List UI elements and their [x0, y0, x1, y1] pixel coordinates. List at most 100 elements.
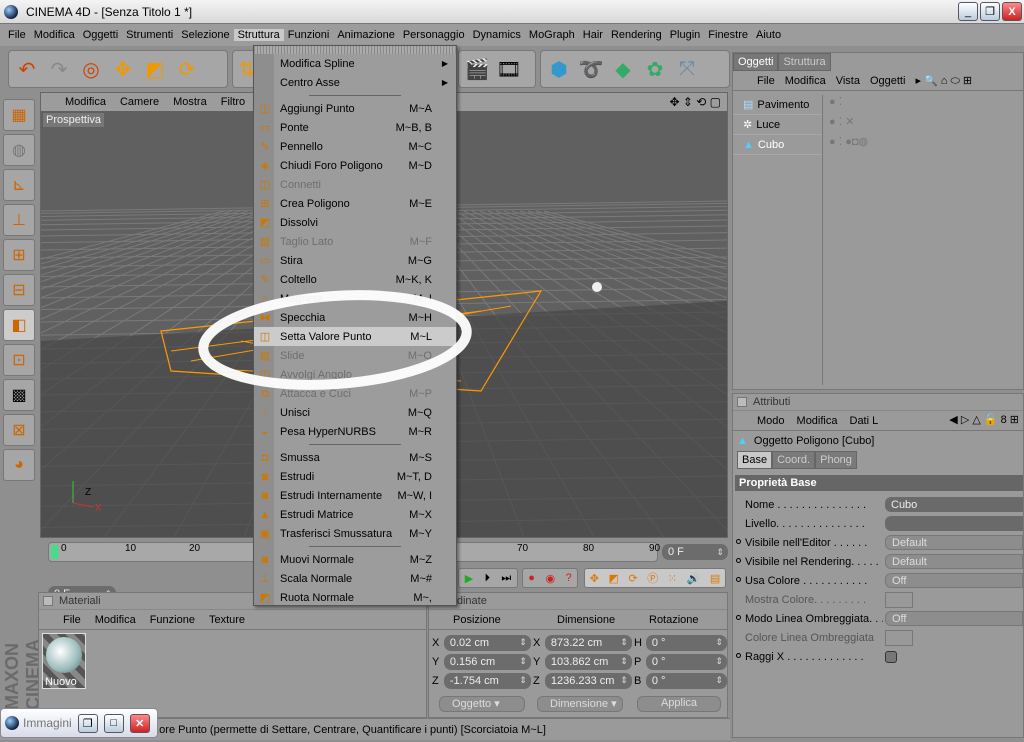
- menu-item-modifica-spline[interactable]: Modifica Spline ▶: [254, 54, 456, 73]
- menu-item-chiudi-foro-poligono[interactable]: ◈ Chiudi Foro Poligono M~D: [254, 156, 456, 175]
- key-position-icon[interactable]: ✥: [590, 572, 599, 585]
- menu-item-dissolvi[interactable]: ◩ Dissolvi: [254, 213, 456, 232]
- menu-item-estrudi-matrice[interactable]: ▲ Estrudi Matrice M~X: [254, 505, 456, 524]
- size-mode-dropdown[interactable]: Dimensione ▾: [537, 696, 623, 712]
- sound-icon[interactable]: 🔊: [687, 572, 701, 585]
- menu-mograph[interactable]: MoGraph: [525, 29, 579, 41]
- restore-button[interactable]: ❐: [77, 713, 98, 733]
- menu-plugin[interactable]: Plugin: [666, 29, 705, 41]
- play-icon[interactable]: ▶: [465, 572, 473, 585]
- tab-coord[interactable]: Coord.: [772, 451, 816, 469]
- key-scale-icon[interactable]: ◩: [609, 572, 619, 585]
- render-picture-viewer-icon[interactable]: 🎞: [495, 55, 523, 83]
- tab-struttura[interactable]: Struttura: [778, 53, 831, 71]
- menu-rendering[interactable]: Rendering: [607, 29, 666, 41]
- menu-dynamics[interactable]: Dynamics: [469, 29, 525, 41]
- menu-animazione[interactable]: Animazione: [333, 29, 398, 41]
- timeline-playhead[interactable]: [51, 545, 58, 559]
- attr-value-field[interactable]: Off: [885, 611, 1023, 626]
- object-visibility-flags[interactable]: ● ⁚ ✕: [823, 115, 868, 135]
- animation-dot-icon[interactable]: [736, 539, 741, 544]
- select-live-icon[interactable]: ◎: [77, 55, 105, 83]
- animation-dot-icon[interactable]: [736, 577, 741, 582]
- go-end-icon[interactable]: ⏭: [501, 572, 511, 585]
- menu-item-slide[interactable]: ▥ Slide M~O: [254, 346, 456, 365]
- coord-pos-field[interactable]: -1.754 cm: [443, 672, 531, 689]
- workplane-icon[interactable]: ⊠: [3, 414, 35, 446]
- menu-funzioni[interactable]: Funzioni: [284, 29, 334, 41]
- tab-oggetti[interactable]: Oggetti: [733, 53, 779, 71]
- menu-item-pesa-hypernurbs[interactable]: ◒ Pesa HyperNURBS M~R: [254, 422, 456, 441]
- menu-item-avvolgi-angolo[interactable]: ◫ Avvolgi Angolo: [254, 365, 456, 384]
- menu-modifica[interactable]: Modifica: [30, 29, 79, 41]
- materials-menu-texture[interactable]: Texture: [209, 614, 245, 626]
- maximize-button[interactable]: □: [103, 713, 124, 733]
- objects-toolbar-icons[interactable]: ▸ 🔍 ⌂ ⬭ ⊞: [915, 74, 972, 88]
- key-rotation-icon[interactable]: ⟳: [628, 572, 637, 585]
- viewport-menu-modifica[interactable]: Modifica: [65, 96, 106, 108]
- attr-value-field[interactable]: Default: [885, 535, 1023, 550]
- animation-dot-icon[interactable]: [736, 615, 741, 620]
- menu-item-pennello[interactable]: ✎ Pennello M~C: [254, 137, 456, 156]
- object-luce[interactable]: ✲ Luce: [733, 115, 822, 135]
- materials-menu-file[interactable]: File: [63, 614, 81, 626]
- cube-icon[interactable]: ⬢: [545, 55, 573, 83]
- materials-menu-modifica[interactable]: Modifica: [95, 614, 136, 626]
- menu-item-centro-asse[interactable]: Centro Asse ▶: [254, 73, 456, 92]
- attr-value-field[interactable]: [885, 516, 1023, 531]
- attr-value-field[interactable]: Cubo: [885, 497, 1023, 512]
- menu-item-connetti[interactable]: ◫ Connetti: [254, 175, 456, 194]
- move-icon[interactable]: ✥: [109, 55, 137, 83]
- close-button[interactable]: ✕: [129, 713, 150, 733]
- checker-icon[interactable]: ▩: [3, 379, 35, 411]
- use-object-mode-icon[interactable]: ◍: [3, 134, 35, 166]
- nurbs-icon[interactable]: ◆: [609, 55, 637, 83]
- attr-menu-modifica[interactable]: Modifica: [797, 415, 838, 427]
- scale-icon[interactable]: ◩: [141, 55, 169, 83]
- coord-mode-dropdown[interactable]: Oggetto ▾: [439, 696, 525, 712]
- menu-selezione[interactable]: Selezione: [177, 29, 233, 41]
- menu-struttura[interactable]: Struttura: [233, 29, 284, 41]
- apply-button[interactable]: Applica: [637, 696, 721, 712]
- animation-dot-icon[interactable]: [736, 653, 741, 658]
- animation-dot-icon[interactable]: [736, 558, 741, 563]
- attr-menu-dati-l[interactable]: Dati L: [850, 415, 879, 427]
- attr-menu-modo[interactable]: Modo: [757, 415, 785, 427]
- use-points-icon[interactable]: ⊞: [3, 239, 35, 271]
- tab-phong[interactable]: Phong: [815, 451, 857, 469]
- viewport-menu-mostra[interactable]: Mostra: [173, 96, 207, 108]
- menu-item-aggiungi-punto[interactable]: ◫ Aggiungi Punto M~A: [254, 99, 456, 118]
- attr-nav-icons[interactable]: ◀ ▷ △ 🔓 8 ⊞: [949, 413, 1019, 426]
- menu-oggetti[interactable]: Oggetti: [79, 29, 122, 41]
- attr-value-field[interactable]: Default: [885, 554, 1023, 569]
- object-pavimento[interactable]: ▤ Pavimento: [733, 95, 822, 115]
- menu-item-trasferisci-smussatura[interactable]: ▣ Trasferisci Smussatura M~Y: [254, 524, 456, 543]
- color-swatch[interactable]: [885, 591, 913, 608]
- materials-menu-funzione[interactable]: Funzione: [150, 614, 195, 626]
- use-model-mode-icon[interactable]: ▦: [3, 99, 35, 131]
- undo-icon[interactable]: ↶: [13, 55, 41, 83]
- current-frame-field[interactable]: 0 F: [662, 544, 728, 560]
- menu-item-magnete[interactable]: ⌂ Magnete M~I: [254, 289, 456, 308]
- rotate-icon[interactable]: ⟳: [173, 55, 201, 83]
- coord-rot-field[interactable]: 0 °: [645, 634, 727, 651]
- texture-mode-icon[interactable]: ⊡: [3, 344, 35, 376]
- objects-menu-file[interactable]: File: [757, 75, 775, 87]
- array-icon[interactable]: ✿: [641, 55, 669, 83]
- objects-menu-modifica[interactable]: Modifica: [785, 75, 826, 87]
- menu-item-crea-poligono[interactable]: ⊞ Crea Poligono M~E: [254, 194, 456, 213]
- coord-dim-field[interactable]: 1236.233 cm: [544, 672, 632, 689]
- menu-item-muovi-normale[interactable]: ◙ Muovi Normale M~Z: [254, 550, 456, 569]
- viewport-menu-camere[interactable]: Camere: [120, 96, 159, 108]
- attr-value-field[interactable]: Off: [885, 573, 1023, 588]
- menu-item-specchia[interactable]: ⧓ Specchia M~H: [254, 308, 456, 327]
- deformer-icon[interactable]: ⤧: [673, 55, 701, 83]
- minimize-button[interactable]: _: [958, 2, 978, 21]
- objects-menu-vista[interactable]: Vista: [836, 75, 860, 87]
- menu-aiuto[interactable]: Aiuto: [752, 29, 785, 41]
- menu-item-unisci[interactable]: ⁘ Unisci M~Q: [254, 403, 456, 422]
- tab-base[interactable]: Base: [737, 451, 773, 469]
- sphere-tool-icon[interactable]: ◕: [3, 449, 35, 481]
- menu-item-estrudi[interactable]: ◙ Estrudi M~T, D: [254, 467, 456, 486]
- autokey-icon[interactable]: ◉: [545, 572, 555, 585]
